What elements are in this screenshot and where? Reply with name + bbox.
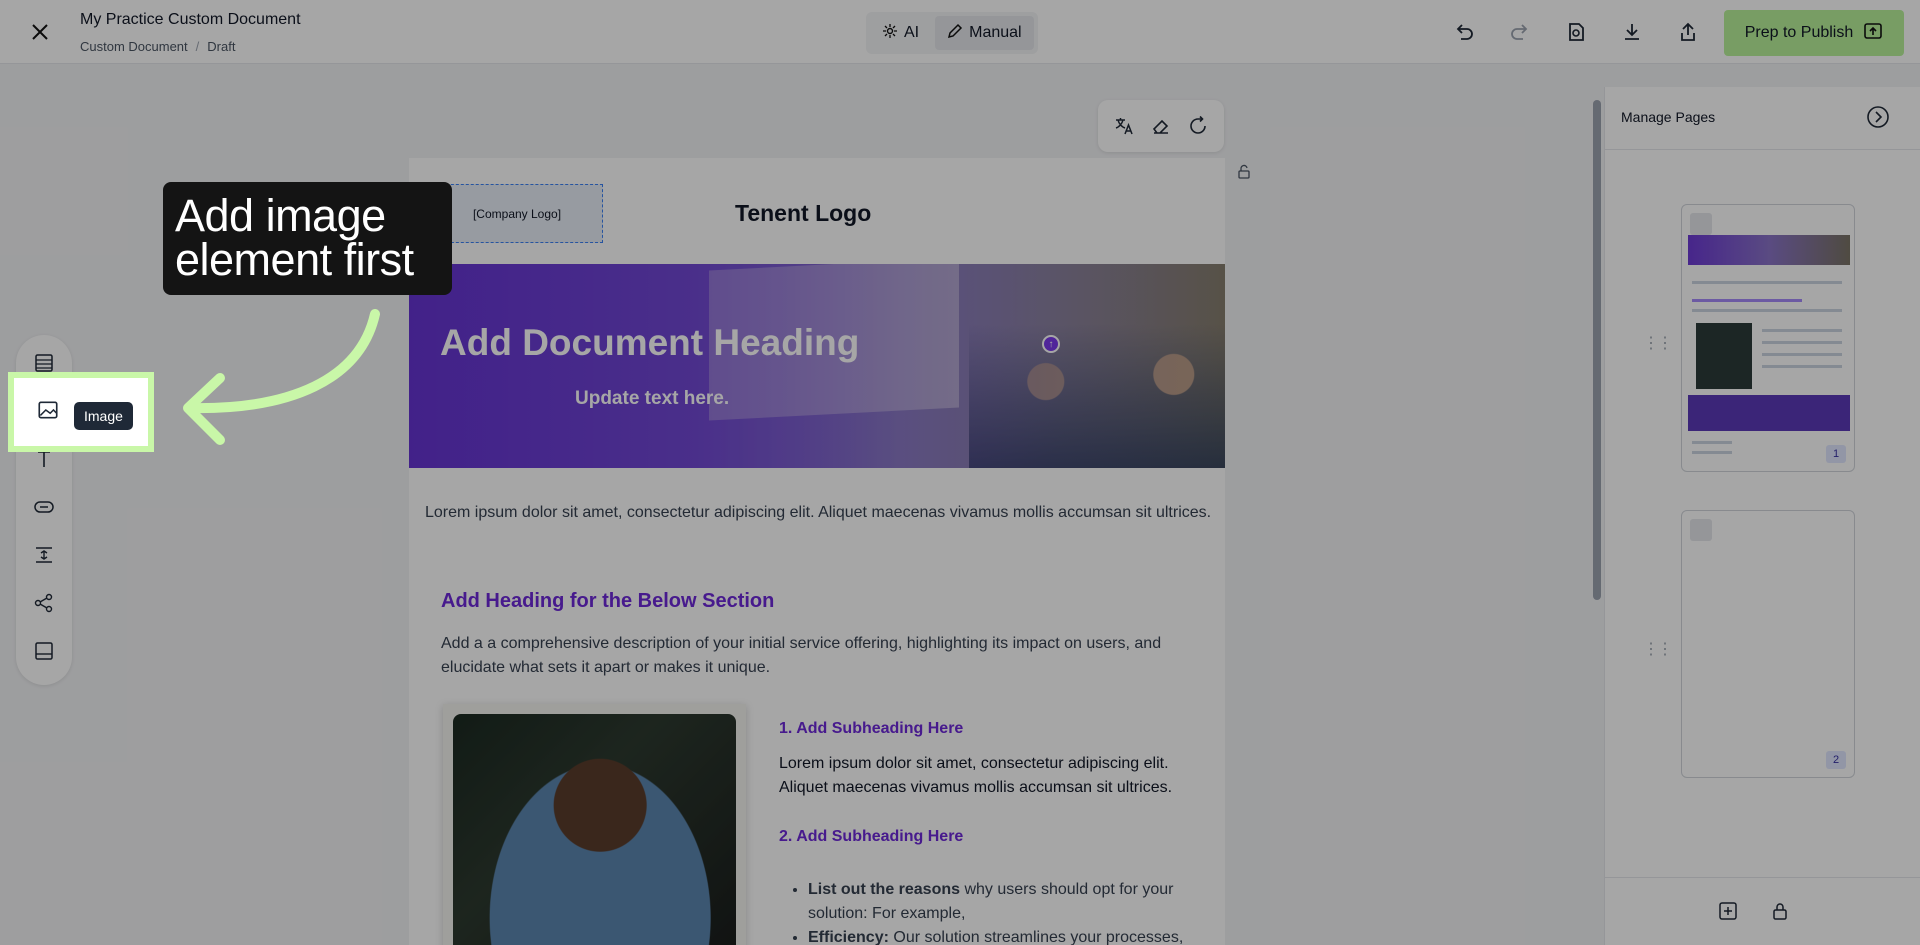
hero-title[interactable]: Add Document Heading [440, 322, 859, 364]
button-icon[interactable] [32, 495, 56, 519]
intro-paragraph[interactable]: Lorem ipsum dolor sit amet, consectetur … [425, 501, 1215, 525]
subheading-1[interactable]: 1. Add Subheading Here [779, 720, 963, 738]
hero-banner[interactable]: Add Document Heading Update text here. ↑ [409, 264, 1225, 468]
page-number-badge: 2 [1826, 751, 1846, 769]
breadcrumb: Custom Document / Draft [80, 39, 235, 54]
panel-footer [1605, 877, 1920, 945]
breadcrumb-item[interactable]: Custom Document [80, 39, 188, 54]
thumbnail-photo [1696, 323, 1752, 389]
page-thumbnail[interactable]: 1 [1681, 204, 1855, 472]
manual-mode-button[interactable]: Manual [935, 16, 1034, 50]
close-icon[interactable] [28, 20, 52, 44]
sparkle-icon [882, 23, 898, 44]
drag-handle-icon[interactable]: ⋮⋮ [1643, 639, 1673, 659]
top-bar: My Practice Custom Document Custom Docum… [0, 0, 1920, 64]
panel-divider [1605, 149, 1920, 150]
prep-to-publish-button[interactable]: Prep to Publish [1724, 10, 1904, 56]
thumbnail-hero [1688, 235, 1850, 265]
publish-label: Prep to Publish [1744, 24, 1854, 41]
spacer-icon[interactable] [32, 543, 56, 567]
element-edit-toolbar [1098, 100, 1224, 152]
section-description[interactable]: Add a a comprehensive description of you… [441, 632, 1201, 680]
section-heading[interactable]: Add Heading for the Below Section [441, 590, 774, 613]
mode-toggle: AI Manual [866, 12, 1038, 54]
collapse-panel-icon[interactable] [1866, 105, 1890, 129]
download-icon[interactable] [1620, 20, 1644, 44]
undo-icon[interactable] [1452, 20, 1476, 44]
hero-subtitle[interactable]: Update text here. [575, 388, 729, 410]
share-icon[interactable] [1676, 20, 1700, 44]
man-with-laptop-image [453, 714, 736, 945]
drag-handle-icon[interactable]: ⋮⋮ [1643, 333, 1673, 353]
panel-title: Manage Pages [1621, 109, 1716, 125]
subheading-1-text[interactable]: Lorem ipsum dolor sit amet, consectetur … [779, 752, 1199, 800]
pencil-icon [947, 23, 963, 44]
list-item: List out the reasons why users should op… [808, 878, 1214, 926]
lock-icon[interactable] [1769, 900, 1791, 922]
page-thumbnail[interactable]: 2 [1681, 510, 1855, 778]
tutorial-arrow-icon [183, 309, 380, 445]
tutorial-callout: Add image element first [163, 182, 452, 295]
top-actions [1452, 20, 1700, 44]
breadcrumb-separator: / [195, 39, 200, 54]
page-select-checkbox[interactable] [1690, 213, 1712, 235]
redo-icon[interactable] [1508, 20, 1532, 44]
page-select-checkbox[interactable] [1690, 519, 1712, 541]
image-tooltip: Image [74, 402, 133, 430]
upload-icon[interactable]: ↑ [1042, 335, 1060, 353]
preview-icon[interactable] [1564, 20, 1588, 44]
manage-pages-panel: Manage Pages ⋮⋮ 1 ⋮⋮ 2 [1604, 87, 1920, 945]
publish-icon [1863, 21, 1883, 46]
ai-mode-button[interactable]: AI [870, 16, 931, 50]
eraser-icon[interactable] [1150, 115, 1172, 137]
translate-icon[interactable] [1113, 115, 1135, 137]
tenant-logo-text[interactable]: Tenent Logo [735, 200, 871, 227]
company-logo-placeholder[interactable]: [Company Logo] [431, 184, 603, 243]
document-page: [Company Logo] Tenent Logo Add Document … [409, 158, 1225, 945]
thumbnail-feature-block [1688, 395, 1850, 431]
reset-icon[interactable] [1187, 115, 1209, 137]
highlighted-image-tool[interactable]: Image [8, 372, 154, 452]
page-scrollbar[interactable] [1590, 86, 1601, 941]
ai-mode-label: AI [904, 24, 920, 41]
scrollbar-thumb[interactable] [1593, 100, 1601, 600]
add-page-icon[interactable] [1717, 900, 1739, 922]
page-number-badge: 1 [1826, 445, 1846, 463]
unlock-icon[interactable] [1236, 164, 1252, 185]
social-icon[interactable] [32, 591, 56, 615]
manual-mode-label: Manual [969, 24, 1022, 41]
document-title: My Practice Custom Document [80, 11, 301, 28]
photo-frame[interactable] [443, 704, 746, 945]
list-item: Efficiency: Our solution streamlines you… [808, 926, 1214, 945]
hero-overlay [409, 264, 1225, 468]
image-icon[interactable] [36, 398, 60, 422]
breadcrumb-item: Draft [207, 39, 236, 54]
footer-icon[interactable] [32, 639, 56, 663]
subheading-2[interactable]: 2. Add Subheading Here [779, 828, 963, 846]
reasons-list[interactable]: List out the reasons why users should op… [794, 878, 1214, 945]
